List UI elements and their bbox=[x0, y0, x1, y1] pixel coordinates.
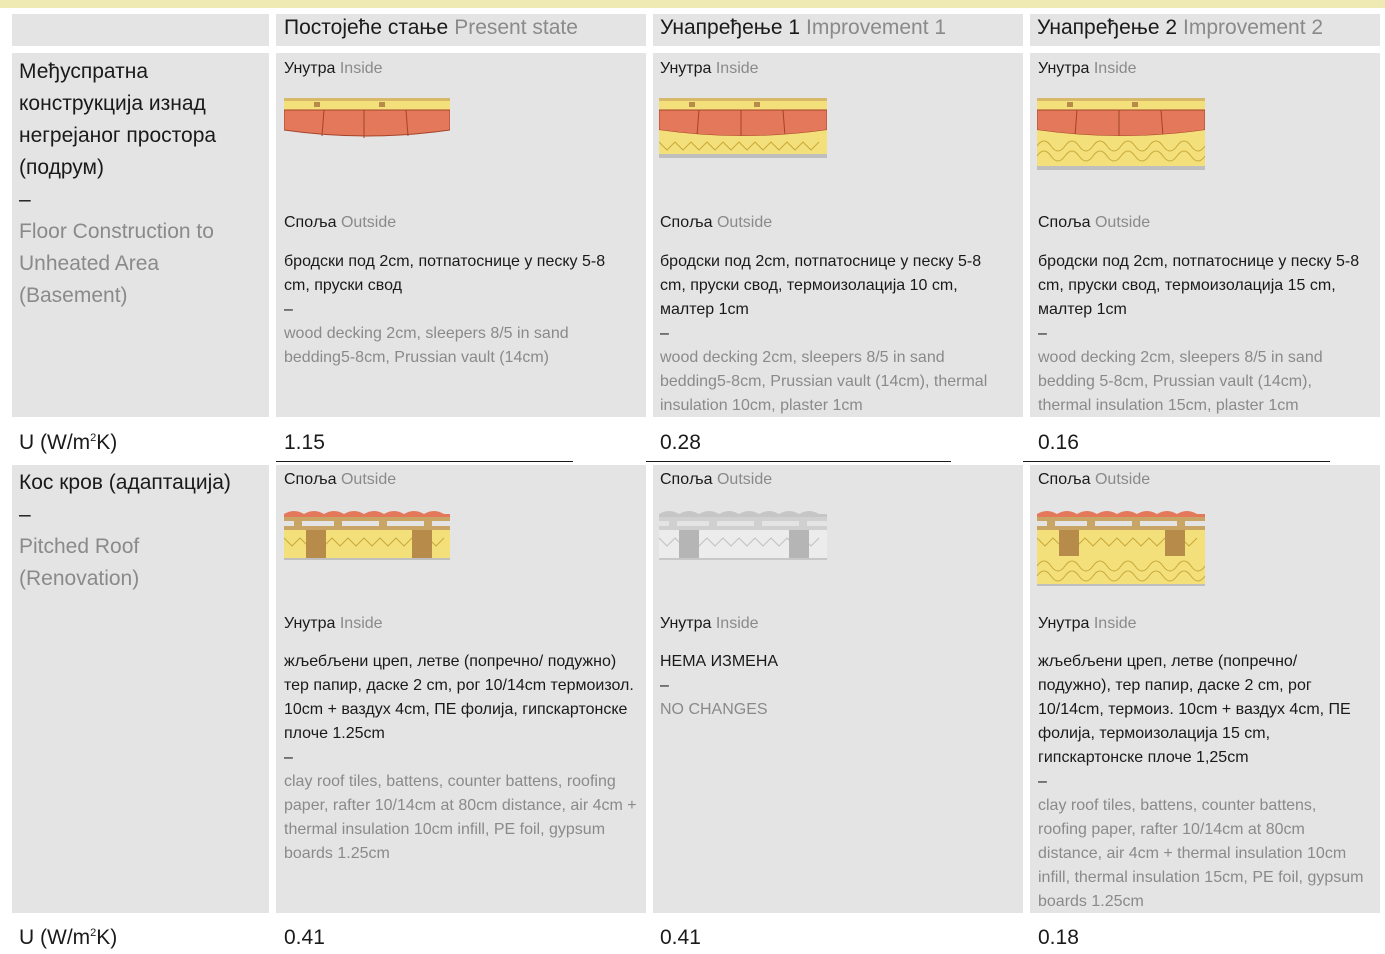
roof-label-en: Pitched Roof (Renovation) bbox=[19, 535, 140, 590]
roof-inside-label: Унутра Inside bbox=[1038, 615, 1137, 632]
roof-description-improvement-2: жљебљени цреп, летве (попречно/ подужно)… bbox=[1038, 653, 1364, 910]
roof-u-value-improvement-2: 0.18 bbox=[1038, 926, 1079, 949]
floor-description-present: бродски под 2cm, потпатоснице у песку 5-… bbox=[284, 253, 606, 366]
floor-label-dash: – bbox=[19, 188, 31, 211]
column-header-present: Постојеће стање Present state bbox=[284, 16, 578, 39]
roof-description-improvement-1: НЕМА ИЗМЕНА – NO CHANGES bbox=[660, 653, 779, 718]
floor-section-improvement-1-image bbox=[659, 98, 827, 158]
floor-inside-label: Унутра Inside bbox=[660, 60, 759, 77]
floor-u-value-present: 1.15 bbox=[284, 431, 325, 454]
roof-outside-label: Споља Outside bbox=[660, 471, 773, 488]
floor-row-label: Међуспратна конструкција изнад негрејано… bbox=[19, 56, 259, 312]
floor-u-underline-improvement-1 bbox=[646, 461, 951, 462]
floor-description-improvement-1: бродски под 2cm, потпатоснице у песку 5-… bbox=[660, 253, 988, 414]
roof-label-sr: Кос кров (адаптација) bbox=[19, 471, 231, 494]
roof-outside-label: Споља Outside bbox=[284, 471, 397, 488]
floor-label-en: Floor Construction to Unheated Area (Bas… bbox=[19, 220, 214, 307]
roof-section-improvement-1-image bbox=[659, 511, 827, 560]
floor-inside-label: Унутра Inside bbox=[1038, 60, 1137, 77]
column-header-improvement-2: Унапређење 2 Improvement 2 bbox=[1037, 16, 1324, 39]
top-accent-bar bbox=[0, 0, 1385, 8]
floor-section-improvement-2-image bbox=[1037, 98, 1205, 170]
floor-u-underline-present bbox=[276, 461, 573, 462]
roof-section-present-image bbox=[284, 511, 450, 560]
roof-inside-label: Унутра Inside bbox=[284, 615, 383, 632]
roof-outside-label: Споља Outside bbox=[1038, 471, 1151, 488]
floor-u-underline-improvement-2 bbox=[1023, 461, 1330, 462]
floor-description-improvement-2: бродски под 2cm, потпатоснице у песку 5-… bbox=[1038, 253, 1360, 414]
roof-description-present: жљебљени цреп, летве (попречно/ подужно)… bbox=[284, 653, 637, 862]
floor-inside-label: Унутра Inside bbox=[284, 60, 383, 77]
floor-section-present-image bbox=[284, 98, 450, 138]
roof-inside-label: Унутра Inside bbox=[660, 615, 759, 632]
roof-row-label: Кос кров (адаптација) – Pitched Roof (Re… bbox=[19, 467, 259, 595]
floor-u-value-improvement-2: 0.16 bbox=[1038, 431, 1079, 454]
floor-label-sr: Међуспратна конструкција изнад негрејано… bbox=[19, 60, 217, 179]
roof-section-improvement-2-image bbox=[1037, 511, 1205, 586]
floor-outside-label: Споља Outside bbox=[1038, 214, 1151, 231]
floor-outside-label: Споља Outside bbox=[660, 214, 773, 231]
floor-u-label: U (W/m2K) bbox=[19, 431, 118, 454]
floor-u-value-improvement-1: 0.28 bbox=[660, 431, 701, 454]
header-spacer-cell bbox=[12, 14, 269, 46]
roof-u-label: U (W/m2K) bbox=[19, 926, 118, 949]
column-header-improvement-1: Унапређење 1 Improvement 1 bbox=[660, 16, 947, 39]
roof-u-value-improvement-1: 0.41 bbox=[660, 926, 701, 949]
roof-u-value-present: 0.41 bbox=[284, 926, 325, 949]
floor-outside-label: Споља Outside bbox=[284, 214, 397, 231]
roof-label-dash: – bbox=[19, 503, 31, 526]
